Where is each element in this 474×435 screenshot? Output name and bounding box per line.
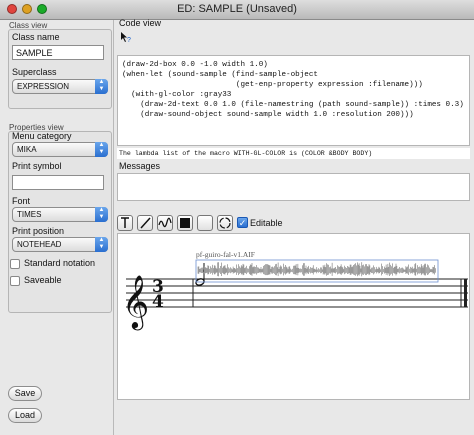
superclass-value: EXPRESSION	[17, 82, 70, 91]
text-tool-icon[interactable]	[117, 215, 133, 231]
line-tool-icon[interactable]	[137, 215, 153, 231]
editable-checkbox[interactable]: ✓	[237, 217, 248, 228]
code-line: (with-gl-color :gray33	[122, 91, 232, 99]
saveable-checkbox[interactable]	[10, 276, 20, 286]
print-position-label: Print position	[12, 226, 65, 236]
circle-tool-icon[interactable]	[217, 215, 233, 231]
filled-rectangle-tool-icon[interactable]	[177, 215, 193, 231]
cursor-help-icon[interactable]: ?	[120, 31, 132, 43]
menu-category-label: Menu category	[12, 131, 72, 141]
font-popup[interactable]: TIMES ▲ ▼	[12, 207, 108, 222]
window-title: ED: SAMPLE (Unsaved)	[177, 3, 297, 15]
code-line: (draw-2d-text 0.0 1.0 (file-namestring (…	[122, 101, 464, 109]
standard-notation-checkbox[interactable]	[10, 259, 20, 269]
popup-arrows-icon: ▲ ▼	[95, 207, 108, 222]
code-status-line: The lambda list of the macro WITH-GL-COL…	[117, 148, 470, 159]
saveable-label: Saveable	[24, 275, 62, 285]
code-line: (draw-sound-object sound-sample width 1.…	[122, 111, 414, 119]
print-position-popup[interactable]: NOTEHEAD ▲ ▼	[12, 237, 108, 252]
rectangle-tool-icon[interactable]	[197, 215, 213, 231]
menu-category-value: MIKA	[17, 145, 37, 154]
code-line: (get-enp-property expression :filename))…	[122, 81, 423, 89]
print-symbol-field[interactable]	[12, 175, 104, 190]
font-label: Font	[12, 196, 31, 206]
score-canvas: 𝄞 3 4 pf-guiro-fal-v1.AIF	[122, 250, 468, 330]
staff-lines	[126, 278, 468, 308]
code-editor[interactable]: (draw-2d-box 0.0 -1.0 width 1.0) (when-le…	[117, 55, 470, 146]
code-view-header: Code view	[119, 18, 162, 28]
score-view[interactable]: 𝄞 3 4 pf-guiro-fal-v1.AIF	[117, 233, 470, 400]
font-value: TIMES	[17, 210, 42, 219]
popup-arrows-icon: ▲ ▼	[95, 237, 108, 252]
menu-category-popup[interactable]: MIKA ▲ ▼	[12, 142, 108, 157]
code-line: (when-let (sound-sample (find-sample-obj…	[122, 71, 318, 79]
waveform	[197, 262, 436, 277]
time-signature-bottom: 4	[152, 292, 164, 312]
class-name-label: Class name	[12, 32, 60, 42]
sample-filename: pf-guiro-fal-v1.AIF	[196, 250, 255, 259]
print-position-value: NOTEHEAD	[17, 240, 62, 249]
messages-header: Messages	[119, 161, 161, 171]
load-button[interactable]: Load	[8, 408, 42, 423]
messages-area[interactable]	[117, 173, 470, 201]
treble-clef-icon: 𝄞	[122, 274, 149, 330]
popup-arrows-icon: ▲ ▼	[95, 142, 108, 157]
left-panel: Class view Class name SAMPLE Superclass …	[0, 20, 114, 435]
svg-text:?: ?	[127, 37, 131, 43]
standard-notation-label: Standard notation	[24, 258, 96, 268]
superclass-label: Superclass	[12, 67, 57, 77]
editable-label: Editable	[250, 218, 283, 228]
save-button[interactable]: Save	[8, 386, 42, 401]
freehand-tool-icon[interactable]	[157, 215, 173, 231]
print-symbol-label: Print symbol	[12, 161, 62, 171]
code-line: (draw-2d-box 0.0 -1.0 width 1.0)	[122, 61, 268, 69]
popup-arrows-icon: ▲ ▼	[95, 79, 108, 94]
class-name-field[interactable]: SAMPLE	[12, 45, 104, 60]
superclass-popup[interactable]: EXPRESSION ▲ ▼	[12, 79, 108, 94]
drawing-toolbar: ✓ Editable	[117, 215, 283, 231]
right-panel: Code view ? (draw-2d-box 0.0 -1.0 width …	[114, 18, 474, 435]
final-barline-thick	[464, 279, 467, 307]
title-bar: ED: SAMPLE (Unsaved)	[0, 0, 474, 20]
properties-view-group	[8, 131, 112, 313]
